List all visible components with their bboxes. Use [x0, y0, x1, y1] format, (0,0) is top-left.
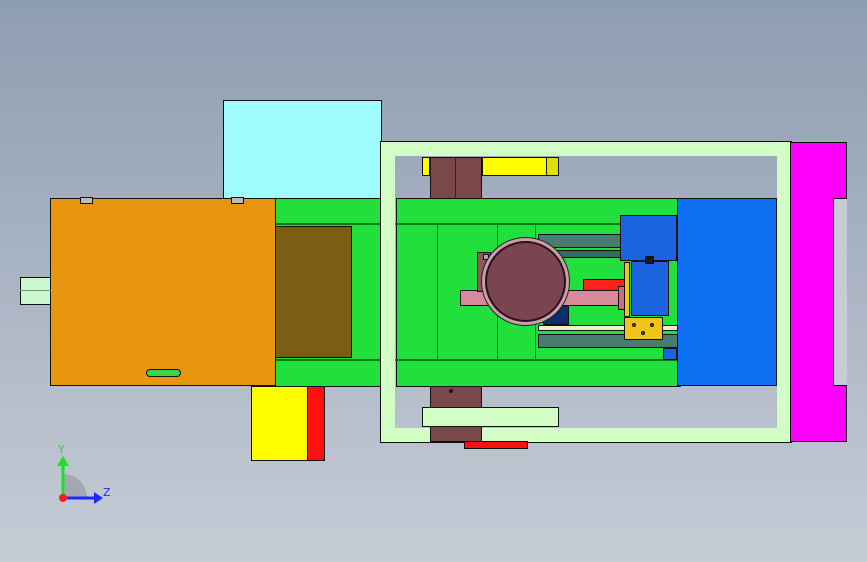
- light-green-pad[interactable]: [422, 407, 559, 427]
- bolt-dot: [449, 389, 453, 393]
- yellow-guide-bar[interactable]: [422, 157, 430, 176]
- axis-triad: [57, 456, 103, 504]
- bracket-hole: [632, 323, 636, 327]
- x-axis-dot: [59, 494, 67, 502]
- cad-viewport[interactable]: Y Z: [0, 0, 867, 562]
- yellow-motor-bracket[interactable]: [624, 317, 663, 340]
- blue-motor-body[interactable]: [631, 261, 669, 316]
- olive-mold-plate[interactable]: [275, 226, 352, 358]
- red-base-block[interactable]: [307, 386, 325, 461]
- green-connector-tab[interactable]: [20, 277, 51, 305]
- connector-line: [20, 290, 51, 291]
- yellow-side-rail: [624, 262, 630, 317]
- small-bolt: [483, 254, 489, 260]
- cyan-housing-block[interactable]: [223, 100, 382, 199]
- motor-disk[interactable]: [485, 241, 566, 322]
- blue-small-block: [663, 348, 677, 360]
- blue-motor-housing[interactable]: [620, 215, 677, 261]
- blue-actuator-block[interactable]: [677, 198, 777, 386]
- yellow-base-block[interactable]: [251, 386, 308, 461]
- magenta-notch: [833, 198, 847, 386]
- yellow-guide-bar-end: [546, 157, 559, 176]
- motor-terminal: [645, 256, 654, 264]
- brown-column-line: [455, 157, 456, 199]
- brown-tie-column-top[interactable]: [430, 157, 482, 199]
- cover-clip-left: [80, 197, 93, 204]
- z-axis-label: Z: [103, 486, 111, 499]
- red-bottom-plate[interactable]: [464, 441, 528, 449]
- orange-cover-panel[interactable]: [50, 198, 276, 386]
- cover-clip-right: [231, 197, 244, 204]
- teal-guide-rail-top[interactable]: [538, 234, 622, 248]
- y-axis-label: Y: [58, 443, 65, 456]
- cover-handle[interactable]: [146, 369, 181, 377]
- bracket-hole: [641, 331, 645, 335]
- bracket-hole: [650, 323, 654, 327]
